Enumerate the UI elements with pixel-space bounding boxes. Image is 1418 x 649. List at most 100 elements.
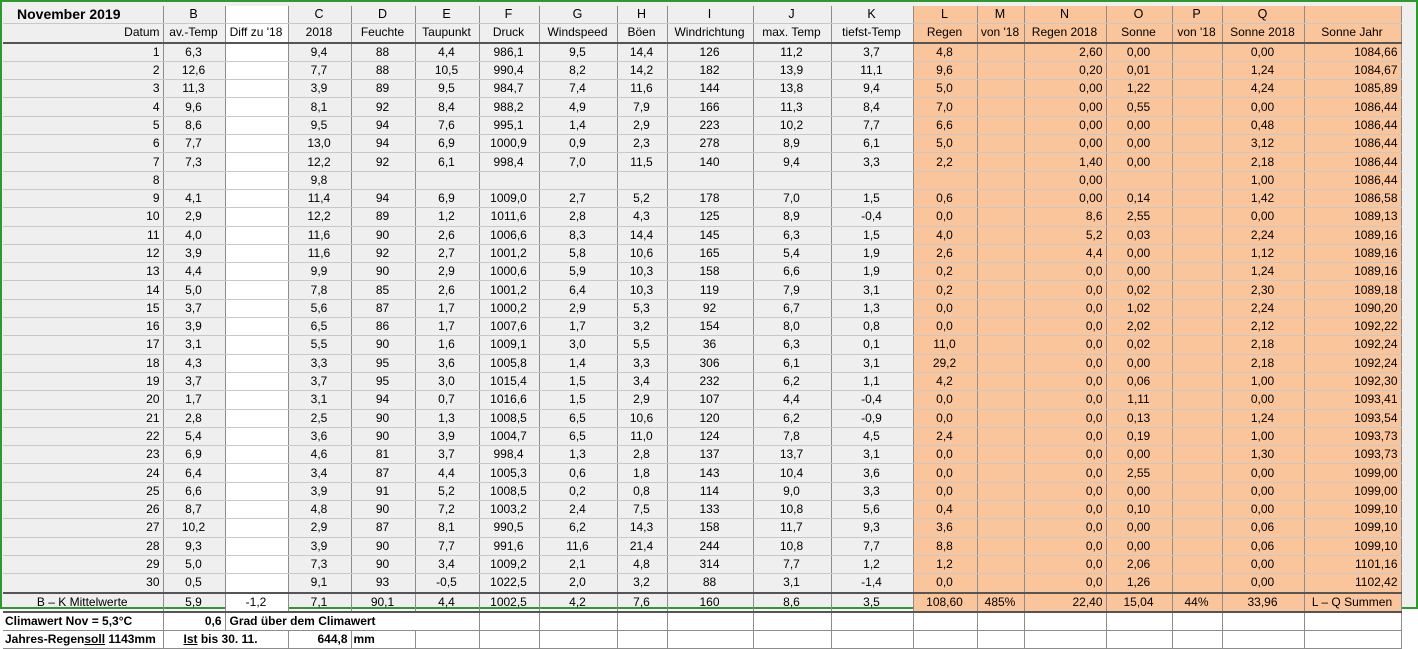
table-cell: 2,9 xyxy=(617,116,668,136)
table-cell: 125 xyxy=(667,207,754,227)
table-cell: 6,4 xyxy=(163,463,226,483)
table-cell: 0,00 xyxy=(1024,189,1107,209)
table-cell: 0,19 xyxy=(1106,427,1173,447)
table-cell: 7,3 xyxy=(288,555,352,575)
rain-label-part: 1143mm xyxy=(105,632,156,647)
table-cell: 182 xyxy=(667,61,754,81)
table-cell: 4,4 xyxy=(163,262,226,282)
column-header: 2018 xyxy=(288,23,352,44)
column-letter: F xyxy=(479,6,540,25)
table-cell: 2,1 xyxy=(539,555,618,575)
table-cell: 990,5 xyxy=(479,518,540,538)
table-cell: 90 xyxy=(351,500,416,520)
table-cell xyxy=(225,280,289,300)
table-cell: 2,9 xyxy=(288,518,352,538)
row-day: 25 xyxy=(3,482,164,502)
table-cell xyxy=(225,226,289,245)
empty-cell xyxy=(667,611,754,632)
table-cell: 0,0 xyxy=(1024,354,1107,373)
table-cell xyxy=(977,390,1025,410)
table-cell: 29,2 xyxy=(913,354,978,373)
table-cell xyxy=(225,171,289,190)
table-cell: 1,2 xyxy=(415,207,480,227)
table-cell: 1001,2 xyxy=(479,244,540,264)
column-letter: D xyxy=(351,6,416,25)
table-cell: 7,8 xyxy=(753,427,832,447)
table-cell: 3,3 xyxy=(831,482,914,502)
table-cell: 10,8 xyxy=(753,537,832,556)
table-row: 16 3,9 6,5 86 1,7 1007,6 1,7 3,2 154 8,0 0,8 0,0 0,0… xyxy=(3,317,1402,337)
table-cell: 166 xyxy=(667,97,754,117)
table-cell xyxy=(225,61,289,81)
empty-cell xyxy=(1222,611,1305,632)
table-cell: 2,9 xyxy=(617,390,668,410)
table-cell: 94 xyxy=(351,189,416,209)
table-cell: 0,00 xyxy=(1024,79,1107,99)
table-cell xyxy=(225,427,289,447)
table-cell: 21,4 xyxy=(617,537,668,556)
table-cell: 36 xyxy=(667,335,754,355)
table-cell: 8,3 xyxy=(539,226,618,245)
table-cell: 3,0 xyxy=(539,335,618,355)
table-cell: 1000,6 xyxy=(479,262,540,282)
table-cell: 5,6 xyxy=(831,500,914,520)
row-day: 14 xyxy=(3,280,164,300)
table-cell: 1102,42 xyxy=(1304,573,1402,593)
table-cell: 5,0 xyxy=(913,79,978,99)
row-day: 23 xyxy=(3,445,164,465)
table-cell: 1,9 xyxy=(831,262,914,282)
table-cell: 0,00 xyxy=(1222,573,1305,593)
table-cell: 991,6 xyxy=(479,537,540,556)
table-cell: 0,2 xyxy=(913,262,978,282)
table-cell: 7,7 xyxy=(163,134,226,154)
table-cell: 2,06 xyxy=(1106,555,1173,575)
table-cell: 3,3 xyxy=(831,152,914,172)
row-day: 13 xyxy=(3,262,164,282)
table-cell: -0,9 xyxy=(831,409,914,428)
table-cell xyxy=(1172,226,1223,245)
table-cell: 1009,2 xyxy=(479,555,540,575)
table-cell: 2,9 xyxy=(163,207,226,227)
table-cell xyxy=(977,79,1025,99)
table-cell: 7,7 xyxy=(831,116,914,136)
table-cell: 0,10 xyxy=(1106,500,1173,520)
table-cell xyxy=(1172,390,1223,410)
table-cell: 1092,24 xyxy=(1304,354,1402,373)
table-cell: 1,3 xyxy=(415,409,480,428)
table-cell: 0,06 xyxy=(1106,372,1173,392)
table-cell: 0,20 xyxy=(1024,61,1107,81)
table-cell: 1084,66 xyxy=(1304,42,1402,62)
table-cell xyxy=(1172,518,1223,538)
table-cell: 3,0 xyxy=(415,372,480,392)
table-row: 15 3,7 5,6 87 1,7 1000,2 2,9 5,3 92 6,7 1,3 0,0 0,0 1… xyxy=(3,299,1402,319)
empty-cell xyxy=(539,630,618,649)
table-cell: 988,2 xyxy=(479,97,540,117)
table-cell: 0,48 xyxy=(1222,116,1305,136)
table-cell xyxy=(225,79,289,99)
table-cell: 9,6 xyxy=(913,61,978,81)
table-cell: 14,4 xyxy=(617,226,668,245)
table-cell xyxy=(977,573,1025,593)
table-cell: 4,6 xyxy=(288,445,352,465)
table-cell: 0,00 xyxy=(1106,518,1173,538)
table-cell: 7,6 xyxy=(415,116,480,136)
table-cell xyxy=(225,573,289,593)
table-cell: 0,00 xyxy=(1222,463,1305,483)
row-day: 10 xyxy=(3,207,164,227)
table-cell: 0,01 xyxy=(1106,61,1173,81)
empty-cell xyxy=(1172,630,1223,649)
table-cell xyxy=(753,171,832,190)
table-cell: 1093,54 xyxy=(1304,409,1402,428)
column-header: Windspeed xyxy=(539,23,618,44)
empty-cell xyxy=(977,630,1025,649)
empty-cell xyxy=(479,611,540,632)
table-row: 24 6,4 3,4 87 4,4 1005,3 0,6 1,8 143 10,4 3,6 0,0 0,… xyxy=(3,463,1402,483)
table-cell: 90 xyxy=(351,537,416,556)
table-row: 17 3,1 5,5 90 1,6 1009,1 3,0 5,5 36 6,3 0,1 11,0 0,0… xyxy=(3,335,1402,355)
table-cell: 3,9 xyxy=(288,482,352,502)
table-cell: 7,0 xyxy=(913,97,978,117)
table-cell: 8,6 xyxy=(163,116,226,136)
table-cell: 4,8 xyxy=(913,42,978,62)
table-cell xyxy=(831,171,914,190)
table-row: 7 7,3 12,2 92 6,1 998,4 7,0 11,5 140 9,4 3,3 2,2 1,4… xyxy=(3,152,1402,172)
